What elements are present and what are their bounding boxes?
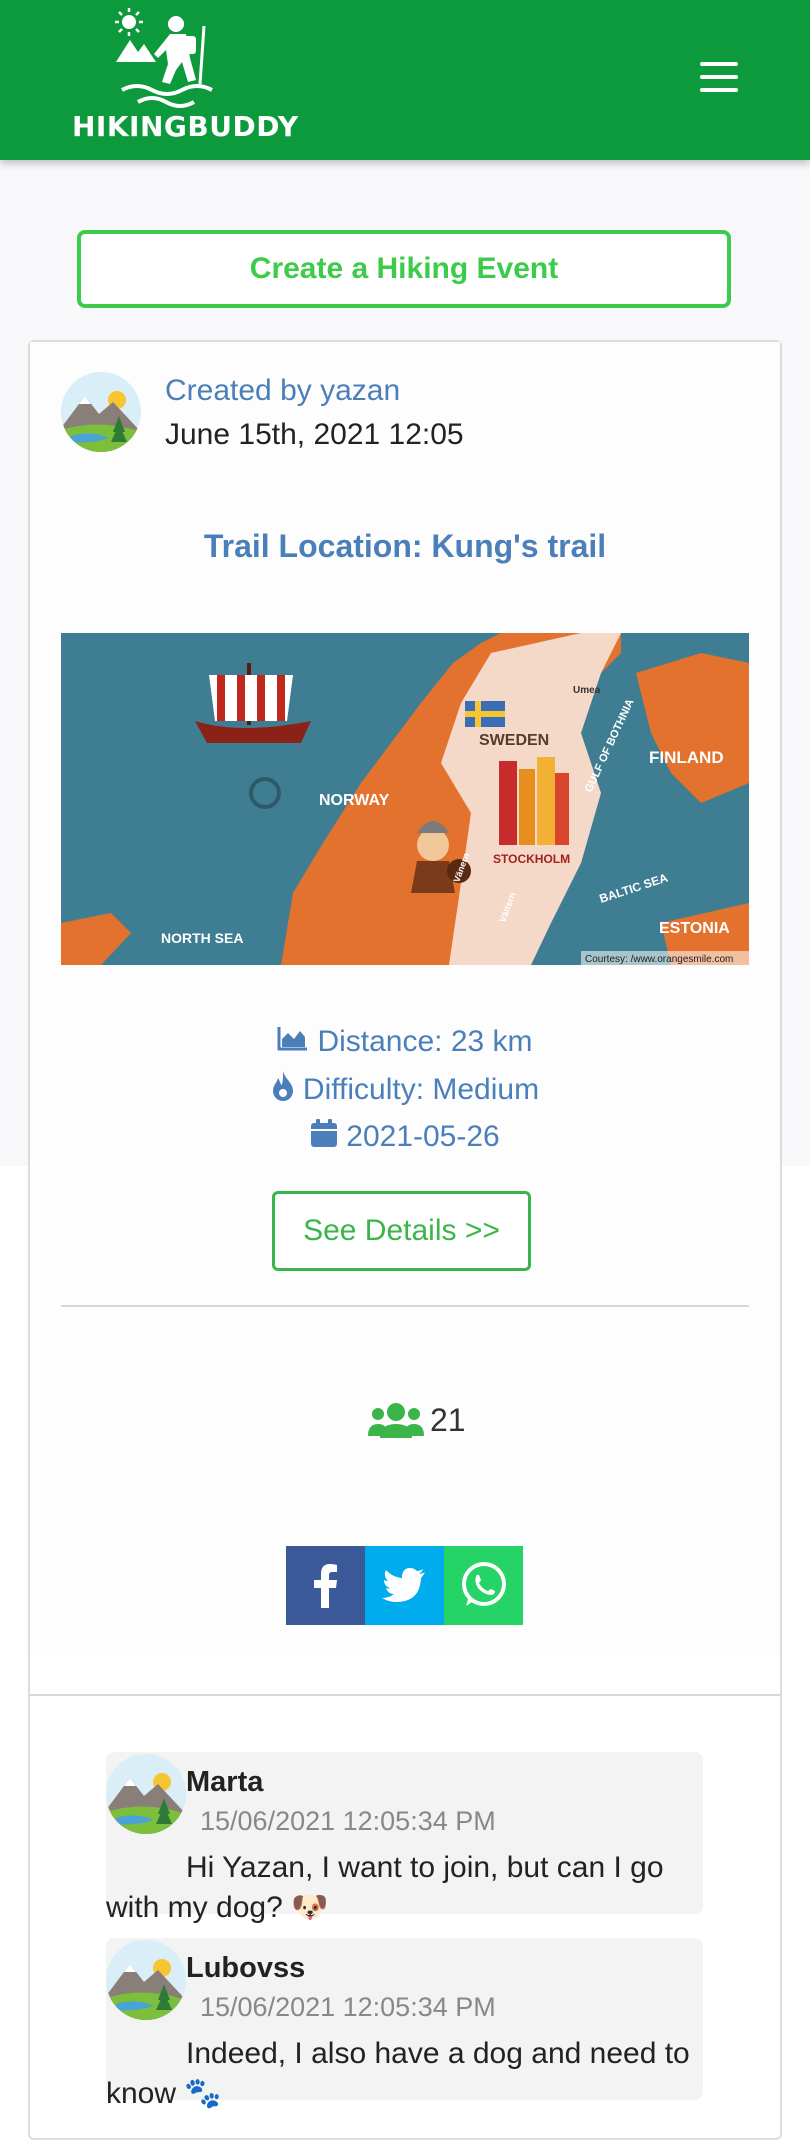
creator-avatar xyxy=(61,372,141,452)
twitter-icon xyxy=(365,1546,444,1625)
date-row: 2021-05-26 xyxy=(0,1118,810,1156)
top-navbar: HIKINGBUDDY xyxy=(0,0,810,160)
comment-text: Hi Yazan, I want to join, but can I go w… xyxy=(106,1851,664,1924)
comment-text: Indeed, I also have a dog and need to kn… xyxy=(106,2037,690,2110)
difficulty-row: Difficulty: Medium xyxy=(0,1071,810,1109)
hiker-logo-icon xyxy=(115,8,213,108)
participants-number: 21 xyxy=(430,1402,466,1438)
logo-text: HIKINGBUDDY xyxy=(72,110,299,143)
whatsapp-icon xyxy=(444,1546,523,1625)
distance-text: Distance: 23 km xyxy=(317,1025,533,1059)
trail-map-image: SWEDEN FINLAND NORWAY STOCKHOLM BALTIC S… xyxy=(61,633,749,965)
comment-timestamp: 15/06/2021 12:05:34 PM xyxy=(200,1806,496,1836)
map-label-umea: Umea xyxy=(573,685,601,696)
card-divider xyxy=(61,1305,749,1307)
share-twitter-button[interactable] xyxy=(365,1546,444,1625)
comment-author: Lubovss xyxy=(186,1952,306,1984)
comment-avatar xyxy=(106,1754,186,1834)
map-label-stockholm: STOCKHOLM xyxy=(493,852,570,866)
share-whatsapp-button[interactable] xyxy=(444,1546,523,1625)
map-label-finland: FINLAND xyxy=(649,748,724,767)
event-date-text: 2021-05-26 xyxy=(346,1120,500,1153)
share-facebook-button[interactable] xyxy=(286,1546,365,1625)
fire-icon xyxy=(271,1071,295,1109)
map-courtesy: Courtesy: /www.orangesmile.com xyxy=(585,954,733,965)
comment-avatar xyxy=(106,1940,186,2020)
comment-item: Marta 15/06/2021 12:05:34 PM Hi Yazan, I… xyxy=(106,1752,703,1924)
map-label-sweden: SWEDEN xyxy=(479,732,549,749)
trail-location-title: Trail Location: Kung's trail xyxy=(203,528,607,564)
created-by-link[interactable]: Created by yazan xyxy=(165,374,400,408)
comments-divider xyxy=(30,1694,780,1696)
hamburger-menu-icon[interactable] xyxy=(700,62,738,92)
map-label-estonia: ESTONIA xyxy=(659,920,730,937)
map-label-norway: NORWAY xyxy=(319,792,390,809)
see-details-button[interactable]: See Details >> xyxy=(272,1191,531,1271)
calendar-icon xyxy=(310,1118,338,1156)
map-label-north-sea: NORTH SEA xyxy=(161,930,243,946)
area-chart-icon xyxy=(277,1025,309,1059)
distance-row: Distance: 23 km xyxy=(0,1024,810,1059)
facebook-icon xyxy=(286,1546,365,1625)
comment-timestamp: 15/06/2021 12:05:34 PM xyxy=(200,1992,496,2022)
comment-author: Marta xyxy=(186,1766,264,1798)
comment-item: Lubovss 15/06/2021 12:05:34 PM Indeed, I… xyxy=(106,1938,703,2110)
users-icon xyxy=(368,1403,424,1438)
created-date: June 15th, 2021 12:05 xyxy=(165,418,464,451)
create-hiking-event-button[interactable]: Create a Hiking Event xyxy=(77,230,731,308)
difficulty-text: Difficulty: Medium xyxy=(302,1073,540,1106)
hikingbuddy-logo[interactable]: HIKINGBUDDY xyxy=(72,6,299,148)
